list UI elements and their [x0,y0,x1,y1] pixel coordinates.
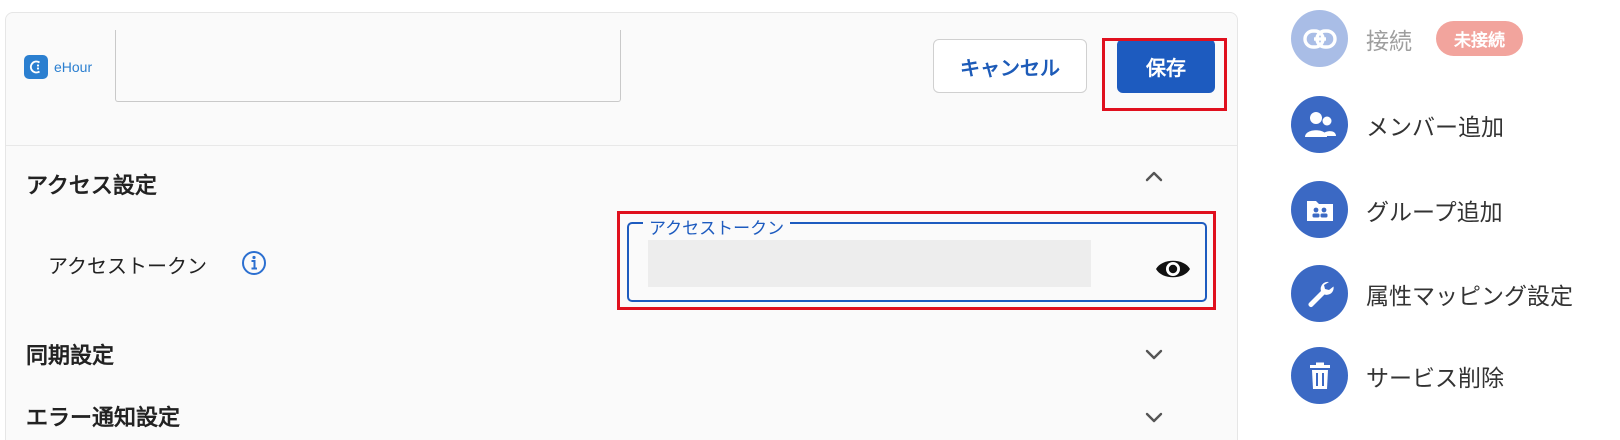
sync-settings-title: 同期設定 [26,344,115,369]
group-folder-icon [1291,181,1348,238]
chevron-up-icon[interactable] [1143,166,1165,188]
info-icon[interactable] [241,250,267,276]
access-settings-title: アクセス設定 [26,174,157,199]
access-token-highlight [617,211,1216,310]
menu-label-connect: 接続 [1366,28,1412,55]
people-icon [1291,96,1348,153]
menu-label-attribute-mapping: 属性マッピング設定 [1366,283,1573,310]
menu-item-add-group[interactable]: グループ追加 [1291,181,1503,238]
cancel-button[interactable]: キャンセル [933,39,1087,93]
save-button-highlight [1102,38,1227,111]
wrench-icon [1291,265,1348,322]
menu-item-connect[interactable]: 接続 未接続 [1291,10,1523,67]
menu-item-add-member[interactable]: メンバー追加 [1291,96,1504,153]
status-badge: 未接続 [1436,21,1523,56]
chevron-down-icon[interactable] [1143,406,1165,428]
access-token-label: アクセストークン [48,254,207,278]
error-notification-settings-title: エラー通知設定 [26,406,181,431]
logo-text: eHour [54,59,93,75]
menu-item-attribute-mapping[interactable]: 属性マッピング設定 [1291,265,1573,322]
menu-label-delete-service: サービス削除 [1366,365,1504,392]
service-logo: eHour [24,55,92,79]
menu-item-delete-service[interactable]: サービス削除 [1291,347,1504,404]
menu-label-add-member: メンバー追加 [1366,114,1504,141]
link-icon [1291,10,1348,67]
ehour-logo-icon [24,55,48,79]
menu-label-add-group: グループ追加 [1366,199,1503,226]
trash-icon [1291,347,1348,404]
service-name-input[interactable] [115,30,621,102]
page: eHour キャンセル 保存 アクセス設定 アクセストークン アクセストークン … [0,0,1620,440]
chevron-down-icon[interactable] [1143,343,1165,365]
